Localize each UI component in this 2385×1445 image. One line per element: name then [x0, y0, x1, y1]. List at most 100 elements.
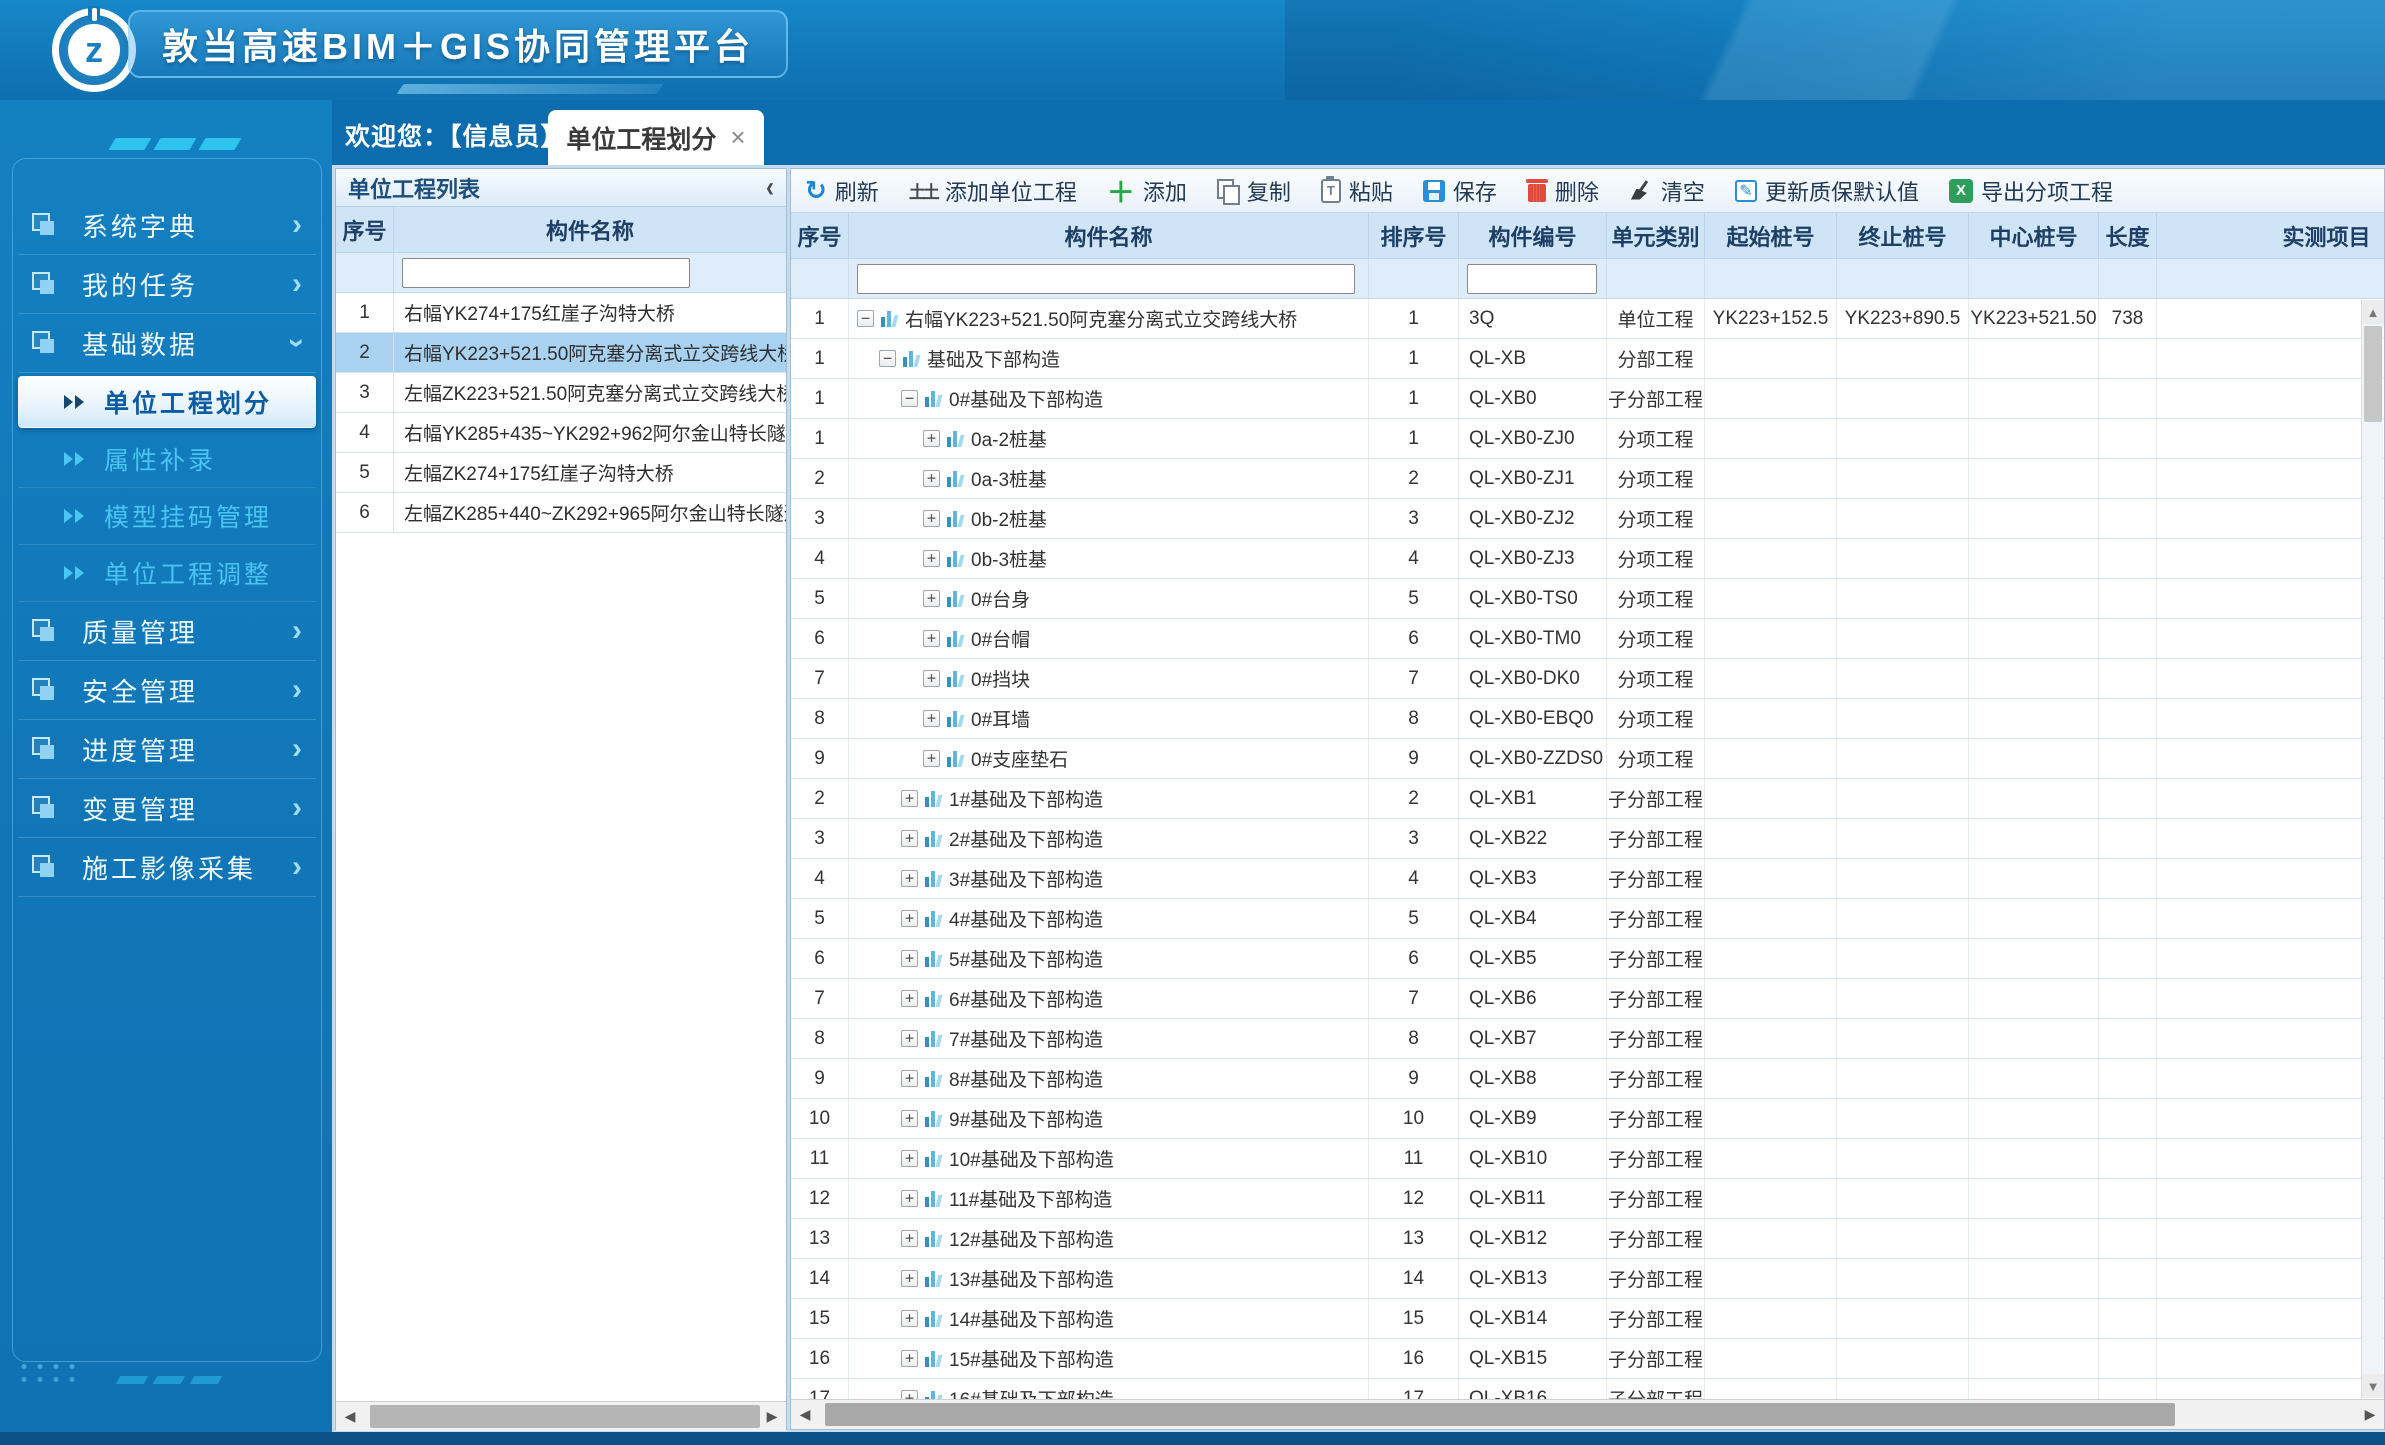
tree-expander-icon[interactable]: + [901, 870, 918, 887]
tree-expander-icon[interactable]: + [901, 1230, 918, 1247]
paste-button[interactable]: 粘贴 [1321, 175, 1393, 207]
table-row[interactable]: 6 + 5#基础及下部构造 6 QL-XB5 子分部工程 [791, 939, 2385, 979]
tree-expander-icon[interactable]: + [901, 830, 918, 847]
col-name[interactable]: 构件名称 [849, 213, 1369, 258]
col-length[interactable]: 长度 [2099, 213, 2157, 258]
table-row[interactable]: 7 + 0#挡块 7 QL-XB0-DK0 分项工程 [791, 659, 2385, 699]
table-vscrollbar[interactable]: ▲ ▼ [2361, 300, 2383, 1398]
hscroll-thumb[interactable] [370, 1405, 760, 1428]
sidebar-item-unit-project-adjust[interactable]: 单位工程调整 [18, 545, 316, 602]
refresh-button[interactable]: ↻ 刷新 [805, 175, 879, 207]
col-category[interactable]: 单元类别 [1607, 213, 1705, 258]
table-row[interactable]: 12 + 11#基础及下部构造 12 QL-XB11 子分部工程 [791, 1179, 2385, 1219]
tree-expander-icon[interactable]: + [901, 790, 918, 807]
table-row[interactable]: 5 + 4#基础及下部构造 5 QL-XB4 子分部工程 [791, 899, 2385, 939]
scroll-left-icon[interactable]: ◀ [336, 1402, 364, 1431]
add-unit-project-button[interactable]: 土土 添加单位工程 [909, 175, 1077, 207]
tree-expander-icon[interactable]: + [901, 1350, 918, 1367]
sidebar-item-basic-data[interactable]: 基础数据 › [18, 314, 316, 373]
table-row[interactable]: 2 + 1#基础及下部构造 2 QL-XB1 子分部工程 [791, 779, 2385, 819]
tree-expander-icon[interactable]: + [901, 910, 918, 927]
col-no[interactable]: 序号 [791, 213, 849, 258]
sidebar-item-system-dictionary[interactable]: 系统字典 › [18, 196, 316, 255]
table-row[interactable]: 1 + 0a-2桩基 1 QL-XB0-ZJ0 分项工程 [791, 419, 2385, 459]
tree-expander-icon[interactable]: + [923, 590, 940, 607]
table-row[interactable]: 1 − 右幅YK223+521.50阿克塞分离式立交跨线大桥 1 3Q 单位工程… [791, 299, 2385, 339]
name-filter-input[interactable] [857, 264, 1355, 294]
table-row[interactable]: 10 + 9#基础及下部构造 10 QL-XB9 子分部工程 [791, 1099, 2385, 1139]
sidebar-item-my-tasks[interactable]: 我的任务 › [18, 255, 316, 314]
table-row[interactable]: 4 + 3#基础及下部构造 4 QL-XB3 子分部工程 [791, 859, 2385, 899]
sidebar-item-model-code-management[interactable]: 模型挂码管理 [18, 488, 316, 545]
col-start-stake[interactable]: 起始桩号 [1705, 213, 1837, 258]
sidebar-item-construction-image-capture[interactable]: 施工影像采集 › [18, 838, 316, 897]
table-row[interactable]: 8 + 0#耳墙 8 QL-XB0-EBQ0 分项工程 [791, 699, 2385, 739]
scroll-right-icon[interactable]: ▶ [2356, 1400, 2384, 1429]
tree-expander-icon[interactable]: + [923, 430, 940, 447]
tab-unit-project-division[interactable]: 单位工程划分 × [548, 110, 764, 165]
delete-button[interactable]: 删除 [1527, 175, 1599, 207]
tree-expander-icon[interactable]: + [901, 1150, 918, 1167]
sidebar-item-unit-project-division[interactable]: 单位工程划分 [18, 376, 316, 428]
sidebar-item-quality-management[interactable]: 质量管理 › [18, 602, 316, 661]
tree-expander-icon[interactable]: + [923, 670, 940, 687]
add-button[interactable]: ＋ 添加 [1107, 171, 1187, 211]
panel-collapse-icon[interactable]: ‹ [766, 171, 774, 205]
scroll-left-icon[interactable]: ◀ [791, 1400, 819, 1429]
table-row[interactable]: 9 + 8#基础及下部构造 9 QL-XB8 子分部工程 [791, 1059, 2385, 1099]
tree-expander-icon[interactable]: + [923, 710, 940, 727]
table-row[interactable]: 17 + 16#基础及下部构造 17 QL-XB16 子分部工程 [791, 1379, 2385, 1401]
tab-close-icon[interactable]: × [730, 122, 745, 153]
unit-list-row[interactable]: 3 左幅ZK223+521.50阿克塞分离式立交跨线大桥 [336, 373, 786, 413]
tree-expander-icon[interactable]: + [923, 750, 940, 767]
table-row[interactable]: 2 + 0a-3桩基 2 QL-XB0-ZJ1 分项工程 [791, 459, 2385, 499]
sidebar-item-change-management[interactable]: 变更管理 › [18, 779, 316, 838]
col-order[interactable]: 排序号 [1369, 213, 1459, 258]
col-center-stake[interactable]: 中心桩号 [1969, 213, 2099, 258]
save-button[interactable]: 保存 [1423, 175, 1497, 207]
scroll-right-icon[interactable]: ▶ [758, 1402, 786, 1431]
scroll-down-icon[interactable]: ▼ [2362, 1374, 2384, 1398]
unit-list-row[interactable]: 6 左幅ZK285+440~ZK292+965阿尔金山特长隧道 [336, 493, 786, 533]
tree-expander-icon[interactable]: + [901, 1030, 918, 1047]
col-measured-items[interactable]: 实测项目 [2157, 213, 2385, 258]
table-row[interactable]: 16 + 15#基础及下部构造 16 QL-XB15 子分部工程 [791, 1339, 2385, 1379]
table-row[interactable]: 4 + 0b-3桩基 4 QL-XB0-ZJ3 分项工程 [791, 539, 2385, 579]
table-row[interactable]: 15 + 14#基础及下部构造 15 QL-XB14 子分部工程 [791, 1299, 2385, 1339]
unit-list-row[interactable]: 2 右幅YK223+521.50阿克塞分离式立交跨线大桥 [336, 333, 786, 373]
hscroll-thumb[interactable] [825, 1403, 2175, 1426]
tree-expander-icon[interactable]: − [901, 390, 918, 407]
code-filter-input[interactable] [1467, 264, 1597, 294]
table-hscrollbar[interactable]: ◀ ▶ [791, 1399, 2384, 1429]
table-row[interactable]: 7 + 6#基础及下部构造 7 QL-XB6 子分部工程 [791, 979, 2385, 1019]
table-row[interactable]: 14 + 13#基础及下部构造 14 QL-XB13 子分部工程 [791, 1259, 2385, 1299]
export-subitems-button[interactable]: X 导出分项工程 [1949, 175, 2113, 207]
column-header-name[interactable]: 构件名称 [394, 207, 786, 252]
scroll-up-icon[interactable]: ▲ [2362, 300, 2384, 324]
tree-expander-icon[interactable]: + [901, 1310, 918, 1327]
table-row[interactable]: 8 + 7#基础及下部构造 8 QL-XB7 子分部工程 [791, 1019, 2385, 1059]
unit-list-row[interactable]: 4 右幅YK285+435~YK292+962阿尔金山特长隧道 [336, 413, 786, 453]
clear-button[interactable]: 清空 [1629, 175, 1705, 207]
unit-list-row[interactable]: 5 左幅ZK274+175红崖子沟特大桥 [336, 453, 786, 493]
unit-list-row[interactable]: 1 右幅YK274+175红崖子沟特大桥 [336, 293, 786, 333]
tree-expander-icon[interactable]: − [857, 310, 874, 327]
vscroll-thumb[interactable] [2364, 326, 2382, 422]
copy-button[interactable]: 复制 [1217, 175, 1291, 207]
table-row[interactable]: 3 + 0b-2桩基 3 QL-XB0-ZJ2 分项工程 [791, 499, 2385, 539]
table-row[interactable]: 13 + 12#基础及下部构造 13 QL-XB12 子分部工程 [791, 1219, 2385, 1259]
tree-expander-icon[interactable]: + [901, 1110, 918, 1127]
table-row[interactable]: 1 − 0#基础及下部构造 1 QL-XB0 子分部工程 [791, 379, 2385, 419]
tree-expander-icon[interactable]: + [901, 1070, 918, 1087]
unit-name-filter-input[interactable] [402, 258, 690, 288]
tree-expander-icon[interactable]: + [923, 630, 940, 647]
table-row[interactable]: 3 + 2#基础及下部构造 3 QL-XB22 子分部工程 [791, 819, 2385, 859]
col-end-stake[interactable]: 终止桩号 [1837, 213, 1969, 258]
table-row[interactable]: 9 + 0#支座垫石 9 QL-XB0-ZZDS0 分项工程 [791, 739, 2385, 779]
tree-expander-icon[interactable]: − [879, 350, 896, 367]
tree-expander-icon[interactable]: + [901, 990, 918, 1007]
tree-expander-icon[interactable]: + [923, 470, 940, 487]
sidebar-item-safety-management[interactable]: 安全管理 › [18, 661, 316, 720]
tree-expander-icon[interactable]: + [923, 510, 940, 527]
table-row[interactable]: 11 + 10#基础及下部构造 11 QL-XB10 子分部工程 [791, 1139, 2385, 1179]
